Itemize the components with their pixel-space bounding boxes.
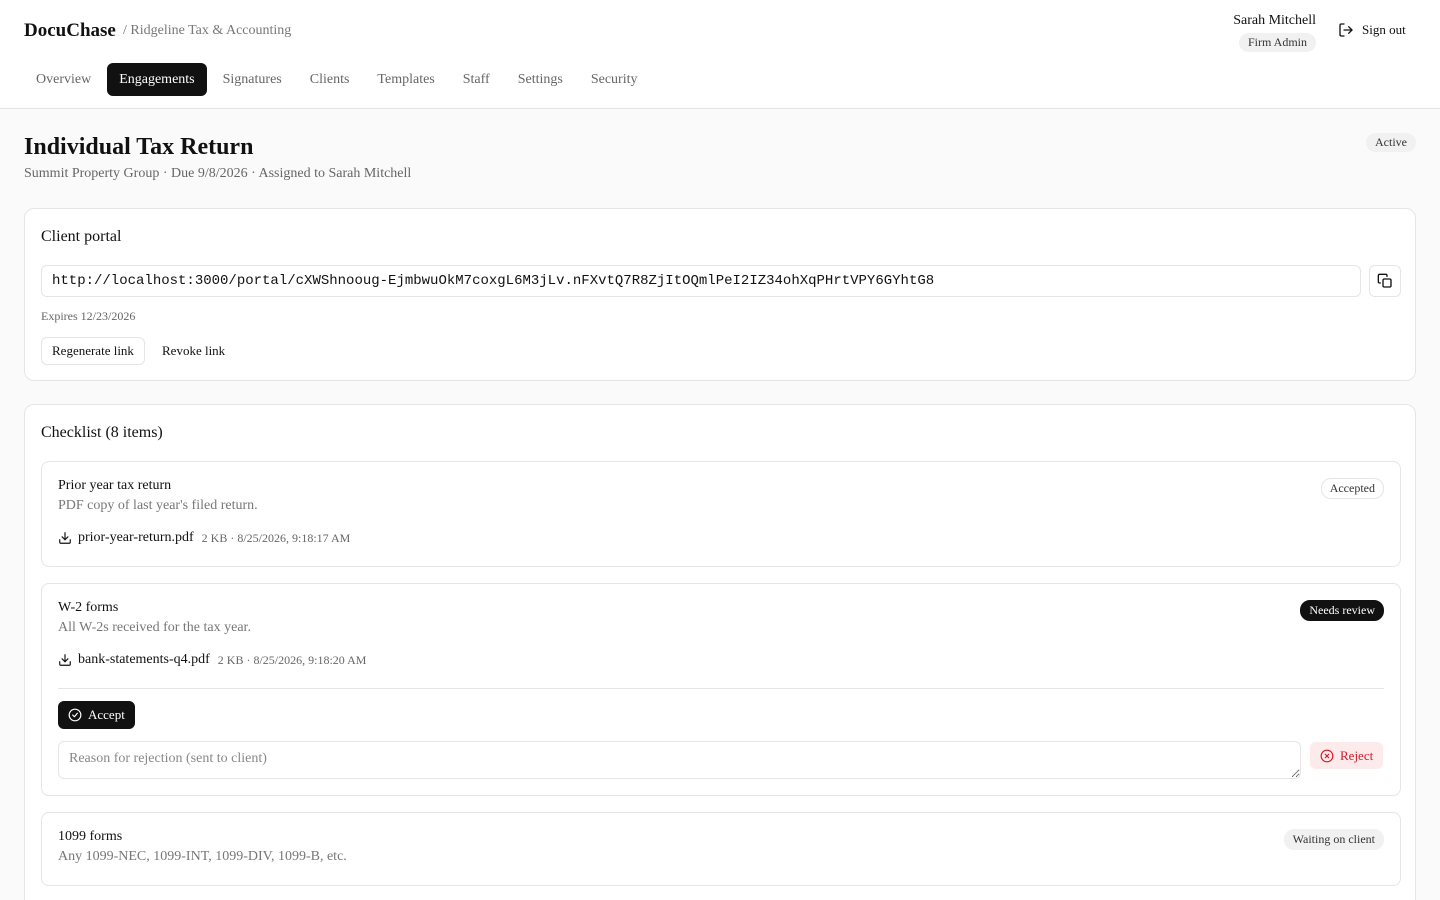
- file-row: bank-statements-q4.pdf 2 KB · 8/25/2026,…: [58, 652, 366, 668]
- page-title: Individual Tax Return: [24, 134, 254, 160]
- file-meta: 2 KB · 8/25/2026, 9:18:17 AM: [201, 530, 351, 545]
- revoke-link-button[interactable]: Revoke link: [152, 337, 235, 365]
- item-title: W-2 forms: [58, 600, 119, 615]
- client-portal-card: Client portal http://localhost:3000/port…: [24, 208, 1416, 381]
- item-description: All W-2s received for the tax year.: [58, 620, 251, 635]
- file-row: prior-year-return.pdf 2 KB · 8/25/2026, …: [58, 530, 350, 546]
- tab-signatures[interactable]: Signatures: [211, 63, 294, 96]
- regenerate-link-button[interactable]: Regenerate link: [41, 337, 145, 365]
- tab-security[interactable]: Security: [579, 63, 650, 96]
- reject-button[interactable]: Reject: [1310, 742, 1384, 769]
- download-icon[interactable]: [58, 531, 72, 545]
- item-description: Any 1099-NEC, 1099-INT, 1099-DIV, 1099-B…: [58, 849, 347, 864]
- item-title: 1099 forms: [58, 829, 123, 844]
- sign-out-label: Sign out: [1362, 22, 1406, 37]
- item-description: PDF copy of last year's filed return.: [58, 498, 258, 513]
- sign-out-icon: [1339, 23, 1353, 37]
- app-header: DocuChase / Ridgeline Tax & Accounting S…: [0, 0, 1440, 109]
- page-subtitle: Summit Property Group · Due 9/8/2026 · A…: [24, 166, 412, 181]
- org-name: / Ridgeline Tax & Accounting: [123, 23, 292, 38]
- client-portal-title: Client portal: [41, 228, 122, 245]
- checklist-item: Prior year tax return PDF copy of last y…: [41, 461, 1401, 567]
- divider: [58, 688, 1384, 689]
- link-expires-text: Expires 12/23/2026: [41, 309, 136, 323]
- accept-button[interactable]: Accept: [58, 701, 135, 729]
- rejection-reason-input[interactable]: [58, 741, 1301, 779]
- accept-label: Accept: [88, 707, 125, 722]
- status-badge: Accepted: [1320, 478, 1384, 499]
- tab-overview[interactable]: Overview: [24, 63, 103, 96]
- tab-clients[interactable]: Clients: [298, 63, 362, 96]
- brand-logo[interactable]: DocuChase: [24, 20, 116, 42]
- checklist-title: Checklist (8 items): [41, 424, 163, 441]
- file-name-link[interactable]: prior-year-return.pdf: [78, 530, 194, 546]
- status-badge: Waiting on client: [1283, 829, 1384, 850]
- download-icon[interactable]: [58, 653, 72, 667]
- status-badge: Needs review: [1300, 600, 1384, 621]
- user-block: Sarah Mitchell Firm Admin: [1233, 13, 1316, 52]
- checklist-item: W-2 forms All W-2s received for the tax …: [41, 583, 1401, 796]
- item-title: Prior year tax return: [58, 478, 172, 493]
- file-meta: 2 KB · 8/25/2026, 9:18:20 AM: [217, 652, 367, 667]
- tab-engagements[interactable]: Engagements: [107, 63, 207, 96]
- engagement-status-badge: Active: [1366, 133, 1416, 152]
- file-name-link[interactable]: bank-statements-q4.pdf: [78, 652, 210, 668]
- reject-label: Reject: [1340, 747, 1374, 763]
- user-name: Sarah Mitchell: [1233, 13, 1316, 28]
- tab-staff[interactable]: Staff: [451, 63, 502, 96]
- copy-icon: [1377, 273, 1392, 288]
- role-badge: Firm Admin: [1238, 33, 1316, 52]
- portal-url-field[interactable]: http://localhost:3000/portal/cXWShnooug-…: [41, 265, 1361, 297]
- tab-templates[interactable]: Templates: [365, 63, 446, 96]
- copy-link-button[interactable]: [1369, 265, 1401, 297]
- check-circle-icon: [68, 708, 82, 722]
- checklist-card: Checklist (8 items) Prior year tax retur…: [24, 404, 1416, 900]
- main-nav: Overview Engagements Signatures Clients …: [24, 63, 654, 96]
- sign-out-button[interactable]: Sign out: [1338, 22, 1406, 38]
- tab-settings[interactable]: Settings: [506, 63, 575, 96]
- x-circle-icon: [1320, 749, 1334, 762]
- checklist-item: 1099 forms Any 1099-NEC, 1099-INT, 1099-…: [41, 812, 1401, 886]
